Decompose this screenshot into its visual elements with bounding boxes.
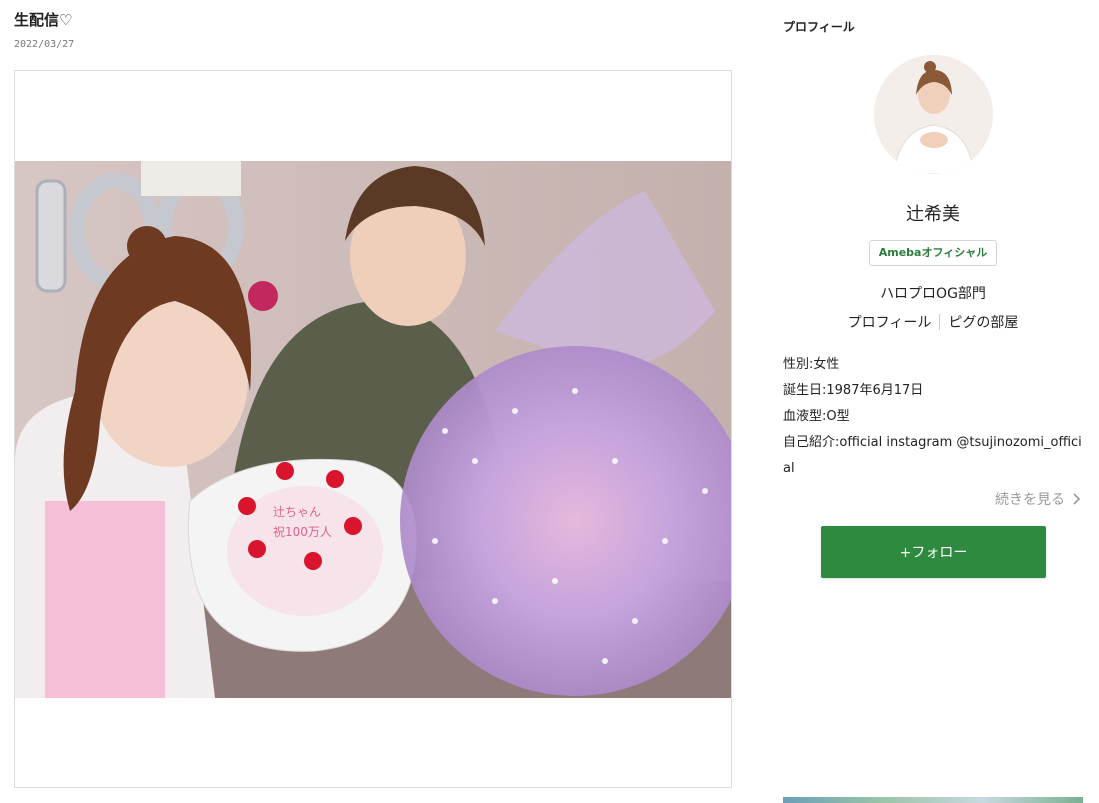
cake-text-line2: 祝100万人 (273, 525, 332, 539)
blood-type-row: 血液型:O型 (783, 404, 1083, 430)
gender-label: 性別: (783, 357, 814, 372)
birthday-row: 誕生日:1987年6月17日 (783, 378, 1083, 404)
genre-link[interactable]: ハロプロOG部門 (783, 283, 1083, 303)
birthday-value: 1987年6月17日 (826, 383, 924, 398)
read-more-label: 続きを見る (995, 492, 1065, 508)
post-title: 生配信♡ (14, 11, 73, 29)
blood-type-value: O型 (826, 409, 850, 424)
avatar-illustration (874, 55, 993, 174)
next-widget-edge (783, 797, 1083, 803)
profile-sidebar: プロフィール 辻希美 Amebaオフィシャル ハロプロOG部門 プロフィール ピ… (783, 0, 1083, 803)
profile-heading: プロフィール (783, 20, 855, 34)
gender-row: 性別:女性 (783, 352, 1083, 378)
post-photo[interactable]: 辻ちゃん 祝100万人 (15, 161, 731, 698)
intro-row: 自己紹介:official instagram @tsujinozomi_off… (783, 430, 1083, 482)
profile-link[interactable]: プロフィール (848, 312, 932, 332)
profile-info: 性別:女性 誕生日:1987年6月17日 血液型:O型 自己紹介:officia… (783, 352, 1083, 482)
intro-label: 自己紹介: (783, 435, 840, 450)
post-date: 2022/03/27 (14, 39, 75, 50)
blood-type-label: 血液型: (783, 409, 827, 424)
post-image-frame: 辻ちゃん 祝100万人 (14, 70, 732, 788)
pigg-room-link[interactable]: ピグの部屋 (948, 312, 1018, 332)
follow-button[interactable]: +フォロー (821, 526, 1046, 578)
chevron-right-icon (1073, 493, 1081, 505)
official-badge: Amebaオフィシャル (869, 240, 997, 266)
read-more-link[interactable]: 続きを見る (995, 489, 1081, 509)
author-name[interactable]: 辻希美 (783, 200, 1083, 226)
avatar[interactable] (874, 55, 993, 174)
birthday-label: 誕生日: (783, 383, 827, 398)
photo-illustration: 辻ちゃん 祝100万人 (15, 161, 731, 698)
gender-value: 女性 (813, 357, 840, 372)
cake-text-line1: 辻ちゃん (273, 505, 321, 519)
profile-links: プロフィール ピグの部屋 (783, 312, 1083, 332)
link-divider (939, 314, 941, 330)
